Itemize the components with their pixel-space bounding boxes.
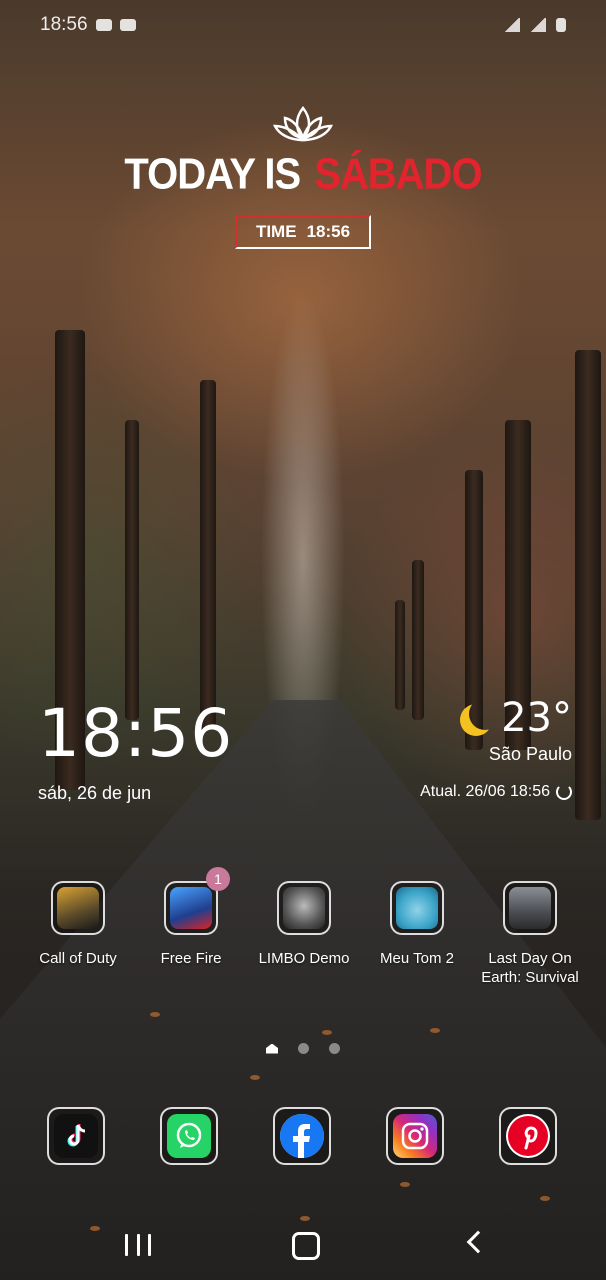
facebook-icon [280, 1114, 324, 1158]
fallen-leaf [400, 1182, 410, 1187]
today-day: SÁBADO [314, 149, 482, 199]
limbo-demo-icon [277, 881, 331, 935]
instagram-icon [393, 1114, 437, 1158]
weather-city: São Paulo [488, 744, 572, 764]
free-fire-icon [164, 881, 218, 935]
tree-trunk [200, 380, 216, 730]
navigation-bar [0, 1210, 606, 1280]
fallen-leaf [430, 1028, 440, 1033]
app-last-day-on-earth[interactable]: Last Day On Earth: Survival [475, 881, 585, 987]
clock-time[interactable]: 18:56 [38, 695, 233, 772]
signal-icon [530, 18, 546, 32]
clock-date[interactable]: sáb, 26 de jun [38, 783, 151, 804]
home-icon[interactable] [292, 1232, 320, 1260]
fallen-leaf [540, 1196, 550, 1201]
pinterest-icon [506, 1114, 550, 1158]
refresh-icon[interactable] [556, 784, 572, 800]
tree-trunk [125, 420, 139, 720]
page-dot[interactable] [298, 1043, 309, 1054]
app-label: Last Day On Earth: Survival [481, 950, 579, 986]
app-meu-tom-2[interactable]: Meu Tom 2 [362, 881, 472, 968]
app-label: LIMBO Demo [258, 950, 350, 967]
weather-updated-text: Atual. 26/06 18:56 [420, 783, 550, 800]
call-of-duty-icon [51, 881, 105, 935]
home-page-icon[interactable] [266, 1043, 278, 1054]
tree-trunk [575, 350, 601, 820]
app-limbo-demo[interactable]: LIMBO Demo [249, 881, 359, 968]
today-time-value: 18:56 [306, 222, 351, 241]
app-label: Meu Tom 2 [380, 950, 454, 967]
dock-app-facebook[interactable] [273, 1107, 331, 1165]
notification-badge: 1 [206, 867, 230, 891]
moon-icon [469, 698, 501, 730]
today-widget-title: TODAY IS SÁBADO [0, 150, 606, 200]
page-dot[interactable] [329, 1043, 340, 1054]
tiktok-icon [54, 1114, 98, 1158]
last-day-on-earth-icon [503, 881, 557, 935]
app-call-of-duty[interactable]: Call of Duty [23, 881, 133, 968]
meu-tom-2-icon [390, 881, 444, 935]
app-free-fire[interactable]: 1 Free Fire [136, 867, 246, 968]
today-time-label: TIME [255, 222, 297, 241]
tree-trunk [395, 600, 405, 710]
youtube-notification-icon [119, 19, 136, 31]
dock-app-pinterest[interactable] [499, 1107, 557, 1165]
recent-apps-icon[interactable] [125, 1234, 151, 1256]
youtube-notification-icon [95, 19, 112, 31]
dock-app-tiktok[interactable] [47, 1107, 105, 1165]
app-label: Call of Duty [39, 950, 117, 967]
today-time-box: TIME 18:56 [235, 215, 371, 249]
tiktok-glyph [67, 1124, 86, 1147]
dock-app-whatsapp[interactable] [160, 1107, 218, 1165]
facebook-glyph [280, 1114, 324, 1158]
weather-updated[interactable]: Atual. 26/06 18:56 [420, 783, 572, 801]
weather-temperature: 23° [501, 695, 572, 741]
fallen-leaf [322, 1030, 332, 1035]
whatsapp-glyph [176, 1122, 202, 1148]
whatsapp-icon [167, 1114, 211, 1158]
signal-icon [504, 18, 520, 32]
app-label: Free Fire [160, 950, 222, 967]
today-prefix: TODAY IS [124, 149, 301, 199]
fallen-leaf [150, 1012, 160, 1017]
battery-icon [556, 18, 566, 32]
tree-trunk [412, 560, 424, 720]
page-indicator[interactable] [266, 1043, 340, 1054]
weather-widget[interactable]: 23° [461, 695, 572, 741]
fallen-leaf [250, 1075, 260, 1080]
pinterest-glyph [508, 1116, 548, 1156]
instagram-glyph [401, 1122, 429, 1150]
status-time: 18:56 [40, 14, 88, 35]
lotus-icon [273, 105, 333, 142]
status-bar: 18:56 [40, 12, 566, 38]
back-icon[interactable] [466, 1230, 490, 1254]
dock-app-instagram[interactable] [386, 1107, 444, 1165]
